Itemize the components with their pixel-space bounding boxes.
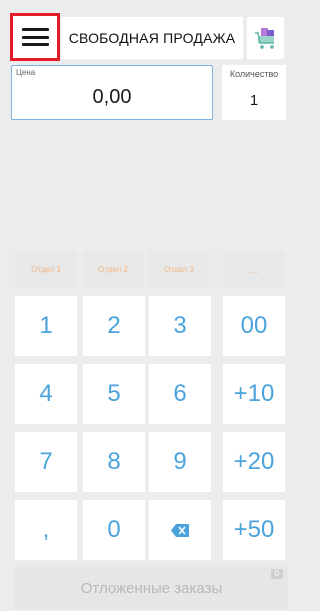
menu-button[interactable] (10, 13, 60, 61)
sale-mode-label: СВОБОДНАЯ ПРОДАЖА (68, 30, 236, 46)
department-3-button[interactable]: Отдел 3 (149, 251, 209, 288)
price-value: 0,00 (92, 86, 132, 108)
backspace-icon (171, 523, 189, 537)
backspace-key[interactable] (149, 500, 211, 560)
key-2[interactable]: 2 (83, 296, 145, 356)
key-6[interactable]: 6 (149, 364, 211, 424)
more-departments-button[interactable]: ... (223, 251, 285, 288)
key-5-label: 5 (107, 380, 121, 407)
key-9-label: 9 (173, 448, 187, 475)
shopping-cart-icon (254, 28, 274, 49)
department-1-label: Отдел 1 (31, 265, 61, 274)
key-9[interactable]: 9 (149, 432, 211, 492)
key-3[interactable]: 3 (149, 296, 211, 356)
key-3-label: 3 (173, 312, 187, 339)
key-plus-20-label: +20 (233, 448, 275, 475)
department-2-button[interactable]: Отдел 2 (83, 251, 143, 288)
key-5[interactable]: 5 (83, 364, 145, 424)
quantity-label: Количество (229, 69, 279, 79)
hamburger-menu-icon (21, 28, 49, 46)
key-0[interactable]: 0 (83, 500, 145, 560)
key-8-label: 8 (107, 448, 121, 475)
quantity-value: 1 (249, 92, 259, 109)
price-label: Цена (16, 68, 36, 77)
key-1-label: 1 (39, 312, 53, 339)
key-00-label: 00 (240, 312, 268, 339)
sale-mode-button[interactable]: СВОБОДНАЯ ПРОДАЖА (61, 17, 243, 59)
key-plus-20[interactable]: +20 (223, 432, 285, 492)
deferred-orders-button[interactable]: Отложенные заказы 0 (15, 567, 288, 609)
key-1[interactable]: 1 (15, 296, 77, 356)
department-1-button[interactable]: Отдел 1 (15, 251, 77, 288)
cart-button[interactable] (247, 17, 284, 59)
key-4[interactable]: 4 (15, 364, 77, 424)
more-departments-label: ... (247, 263, 261, 276)
key-plus-10[interactable]: +10 (223, 364, 285, 424)
key-2-label: 2 (107, 312, 121, 339)
key-plus-10-label: +10 (233, 380, 275, 407)
key-0-label: 0 (107, 516, 121, 543)
department-2-label: Отдел 2 (98, 265, 128, 274)
key-comma[interactable]: , (15, 500, 77, 560)
key-7-label: 7 (39, 448, 53, 475)
deferred-orders-count-badge: 0 (271, 569, 283, 579)
key-7[interactable]: 7 (15, 432, 77, 492)
quantity-field[interactable]: Количество 1 (222, 65, 286, 120)
key-plus-50-label: +50 (233, 516, 275, 543)
key-4-label: 4 (39, 380, 53, 407)
key-8[interactable]: 8 (83, 432, 145, 492)
department-3-label: Отдел 3 (164, 265, 194, 274)
key-00[interactable]: 00 (223, 296, 285, 356)
deferred-orders-label: Отложенные заказы (80, 579, 223, 597)
key-plus-50[interactable]: +50 (223, 500, 285, 560)
price-field[interactable]: Цена 0,00 (11, 65, 213, 120)
key-comma-label: , (42, 516, 50, 543)
key-6-label: 6 (173, 380, 187, 407)
